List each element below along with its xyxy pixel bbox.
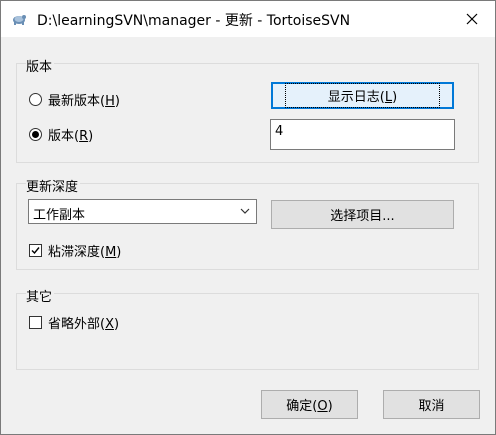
revision-input[interactable]: 4	[270, 119, 455, 150]
radio-checked-icon	[29, 128, 42, 141]
close-icon	[466, 13, 478, 25]
revision-input-value: 4	[275, 124, 284, 139]
checkbox-unchecked-icon	[29, 316, 42, 329]
chevron-down-icon	[240, 208, 250, 214]
show-log-label: 显示日志(L)	[284, 83, 441, 108]
ok-label: 确定(O)	[286, 399, 333, 414]
tortoisesvn-icon	[13, 15, 26, 25]
choose-items-button[interactable]: 选择项目...	[271, 200, 454, 229]
depth-select-value: 工作副本	[33, 208, 86, 223]
sticky-depth-checkbox[interactable]: 粘滞深度(M)	[29, 241, 121, 260]
head-revision-radio[interactable]: 最新版本(H)	[29, 90, 120, 109]
sticky-depth-label: 粘滞深度(M)	[48, 245, 122, 260]
other-group-label: 其它	[26, 286, 55, 305]
window-title: D:\learningSVN\manager - 更新 - TortoiseSV…	[37, 13, 351, 29]
head-revision-label: 最新版本(H)	[48, 94, 120, 109]
specific-revision-radio[interactable]: 版本(R)	[29, 125, 93, 144]
omit-externals-checkbox[interactable]: 省略外部(X)	[29, 313, 119, 332]
cancel-button[interactable]: 取消	[383, 390, 480, 419]
close-button[interactable]	[449, 1, 495, 37]
specific-revision-label: 版本(R)	[48, 129, 94, 144]
revision-group-label: 版本	[26, 56, 55, 75]
title-bar[interactable]: D:\learningSVN\manager - 更新 - TortoiseSV…	[1, 1, 495, 37]
radio-unchecked-icon	[29, 93, 42, 106]
checkbox-checked-icon	[29, 244, 42, 257]
show-log-button[interactable]: 显示日志(L)	[271, 82, 454, 109]
update-dialog: D:\learningSVN\manager - 更新 - TortoiseSV…	[0, 0, 496, 435]
depth-select[interactable]: 工作副本	[28, 199, 257, 224]
cancel-label: 取消	[418, 399, 445, 414]
choose-items-label: 选择项目...	[330, 209, 395, 224]
depth-group-label: 更新深度	[26, 176, 81, 195]
omit-externals-label: 省略外部(X)	[48, 317, 120, 332]
ok-button[interactable]: 确定(O)	[261, 390, 358, 419]
